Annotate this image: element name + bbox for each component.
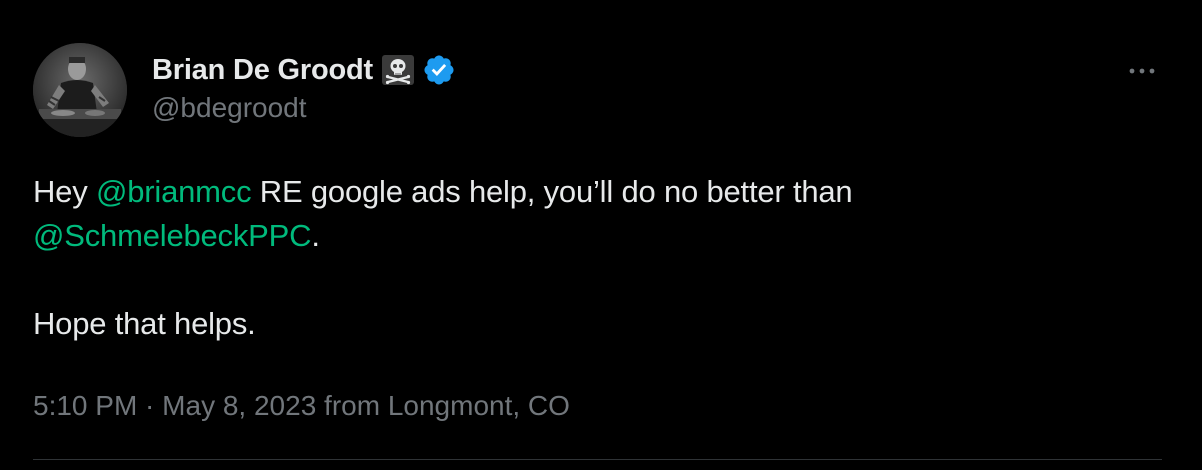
text-segment: Hey [33, 174, 96, 209]
user-handle[interactable]: @bdegroodt [152, 92, 456, 124]
tweet-metadata: 5:10 PM · May 8, 2023 from Longmont, CO [33, 390, 570, 422]
meta-separator: · [137, 390, 163, 421]
avatar[interactable] [33, 43, 127, 137]
text-segment: RE google ads help, you’ll do no better … [251, 174, 853, 209]
tweet-date-link[interactable]: May 8, 2023 [162, 390, 316, 421]
mention-link-schmelebeckppc[interactable]: @SchmelebeckPPC [33, 218, 312, 253]
more-options-button[interactable] [1122, 56, 1162, 86]
tweet-paragraph-2: Hope that helps. [33, 306, 256, 341]
skull-and-crossbones-icon [381, 55, 414, 85]
display-name[interactable]: Brian De Groodt [152, 54, 373, 87]
tweet-time-link[interactable]: 5:10 PM [33, 390, 137, 421]
tweet-location: from Longmont, CO [316, 390, 570, 421]
name-row: Brian De Groodt [152, 50, 456, 90]
tweet-text: Hey @brianmcc RE google ads help, you’ll… [33, 170, 1133, 346]
text-segment: . [311, 218, 320, 253]
divider [33, 459, 1162, 460]
tweet-card: Brian De Groodt @bdegroodt Hey @brianmcc… [0, 0, 1202, 470]
mention-link-brianmcc[interactable]: @brianmcc [96, 174, 252, 209]
tweet-header: Brian De Groodt @bdegroodt [152, 50, 456, 124]
verified-badge-icon[interactable] [422, 53, 456, 87]
more-horizontal-icon [1129, 68, 1155, 74]
avatar-photo-icon [33, 43, 127, 137]
tweet-paragraph-1: Hey @brianmcc RE google ads help, you’ll… [33, 170, 1133, 258]
